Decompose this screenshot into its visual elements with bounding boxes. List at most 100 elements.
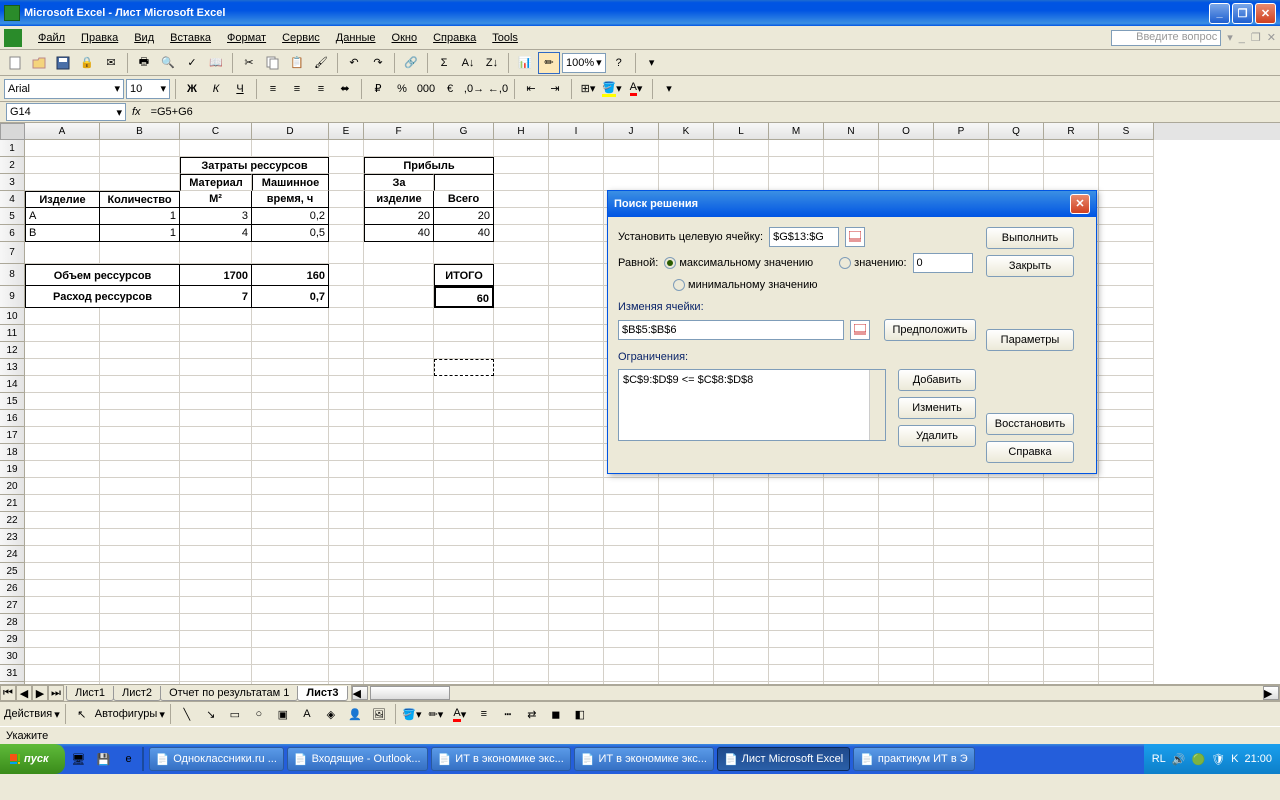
cell-D5[interactable]: 0,2 — [252, 208, 329, 225]
cell-E12[interactable] — [329, 342, 364, 359]
menu-tools2[interactable]: Tools — [484, 30, 526, 46]
change-button[interactable]: Изменить — [898, 397, 976, 419]
cell-P1[interactable] — [934, 140, 989, 157]
cell-G25[interactable] — [434, 563, 494, 580]
cell-F18[interactable] — [364, 444, 434, 461]
sheet-tab[interactable]: Лист2 — [113, 686, 161, 701]
cell-C21[interactable] — [180, 495, 252, 512]
cell-M31[interactable] — [769, 665, 824, 682]
cell-S5[interactable] — [1099, 208, 1154, 225]
inc-decimal-icon[interactable]: ,0→ — [463, 78, 485, 100]
cell-J30[interactable] — [604, 648, 659, 665]
cell-R21[interactable] — [1044, 495, 1099, 512]
cell-F8[interactable] — [364, 264, 434, 286]
guess-button[interactable]: Предположить — [884, 319, 976, 341]
cell-B26[interactable] — [100, 580, 180, 597]
cell-F13[interactable] — [364, 359, 434, 376]
taskbar-item[interactable]: 📄ИТ в экономике экс... — [574, 747, 714, 771]
cell-L32[interactable] — [714, 682, 769, 684]
row-header-23[interactable]: 23 — [0, 529, 25, 546]
horizontal-scrollbar[interactable]: ◀ ▶ — [351, 685, 1280, 701]
cell-R32[interactable] — [1044, 682, 1099, 684]
line-icon[interactable]: ╲ — [176, 703, 198, 725]
cell-B30[interactable] — [100, 648, 180, 665]
cell-S22[interactable] — [1099, 512, 1154, 529]
cell-K29[interactable] — [659, 631, 714, 648]
menu-format[interactable]: Формат — [219, 30, 274, 46]
format-painter-icon[interactable]: 🖌 — [310, 52, 332, 74]
cell-I19[interactable] — [549, 461, 604, 478]
cell-D21[interactable] — [252, 495, 329, 512]
cell-D12[interactable] — [252, 342, 329, 359]
row-header-17[interactable]: 17 — [0, 427, 25, 444]
col-header-O[interactable]: O — [879, 123, 934, 140]
cell-H8[interactable] — [494, 264, 549, 286]
3d-icon[interactable]: ◧ — [569, 703, 591, 725]
col-header-G[interactable]: G — [434, 123, 494, 140]
add-button[interactable]: Добавить — [898, 369, 976, 391]
cell-P29[interactable] — [934, 631, 989, 648]
cell-A6[interactable]: В — [25, 225, 100, 242]
target-ref-icon[interactable] — [845, 227, 865, 247]
cell-E7[interactable] — [329, 242, 364, 264]
cell-S8[interactable] — [1099, 264, 1154, 286]
col-header-P[interactable]: P — [934, 123, 989, 140]
cell-E25[interactable] — [329, 563, 364, 580]
cell-I28[interactable] — [549, 614, 604, 631]
cell-D32[interactable] — [252, 682, 329, 684]
cell-F12[interactable] — [364, 342, 434, 359]
cell-I30[interactable] — [549, 648, 604, 665]
cell-M1[interactable] — [769, 140, 824, 157]
row-header-4[interactable]: 4 — [0, 191, 25, 208]
row-header-25[interactable]: 25 — [0, 563, 25, 580]
print-icon[interactable]: 🖶 — [133, 52, 155, 74]
cell-D10[interactable] — [252, 308, 329, 325]
cell-S16[interactable] — [1099, 410, 1154, 427]
cell-I15[interactable] — [549, 393, 604, 410]
cell-A20[interactable] — [25, 478, 100, 495]
cell-H16[interactable] — [494, 410, 549, 427]
cell-S13[interactable] — [1099, 359, 1154, 376]
cell-H2[interactable] — [494, 157, 549, 174]
cell-D11[interactable] — [252, 325, 329, 342]
cell-C11[interactable] — [180, 325, 252, 342]
app-icon[interactable] — [4, 29, 22, 47]
scroll-thumb[interactable] — [370, 686, 450, 700]
cell-E23[interactable] — [329, 529, 364, 546]
cell-J28[interactable] — [604, 614, 659, 631]
cell-N20[interactable] — [824, 478, 879, 495]
cell-H19[interactable] — [494, 461, 549, 478]
sort-desc-icon[interactable]: Z↓ — [481, 52, 503, 74]
cell-G14[interactable] — [434, 376, 494, 393]
cell-G30[interactable] — [434, 648, 494, 665]
align-center-icon[interactable]: ≡ — [286, 78, 308, 100]
cell-I31[interactable] — [549, 665, 604, 682]
cell-B5[interactable]: 1 — [100, 208, 180, 225]
cell-S14[interactable] — [1099, 376, 1154, 393]
row-header-27[interactable]: 27 — [0, 597, 25, 614]
cell-M2[interactable] — [769, 157, 824, 174]
cell-Q32[interactable] — [989, 682, 1044, 684]
cell-Q21[interactable] — [989, 495, 1044, 512]
col-header-F[interactable]: F — [364, 123, 434, 140]
cell-G5[interactable]: 20 — [434, 208, 494, 225]
cell-B24[interactable] — [100, 546, 180, 563]
cell-O22[interactable] — [879, 512, 934, 529]
drawing-icon[interactable]: ✏ — [538, 52, 560, 74]
cell-C28[interactable] — [180, 614, 252, 631]
cell-C12[interactable] — [180, 342, 252, 359]
dialog-titlebar[interactable]: Поиск решения ✕ — [608, 191, 1096, 217]
preview-icon[interactable]: 🔍 — [157, 52, 179, 74]
tab-last-icon[interactable]: ⏭ — [48, 685, 64, 701]
cell-B20[interactable] — [100, 478, 180, 495]
cell-G11[interactable] — [434, 325, 494, 342]
col-header-C[interactable]: C — [180, 123, 252, 140]
cell-L22[interactable] — [714, 512, 769, 529]
cell-S19[interactable] — [1099, 461, 1154, 478]
menu-data[interactable]: Данные — [328, 30, 384, 46]
fontsize-dropdown[interactable]: 10▾ — [126, 79, 170, 99]
cell-S7[interactable] — [1099, 242, 1154, 264]
cell-A15[interactable] — [25, 393, 100, 410]
cell-J1[interactable] — [604, 140, 659, 157]
cell-C3[interactable]: Материал — [180, 174, 252, 191]
